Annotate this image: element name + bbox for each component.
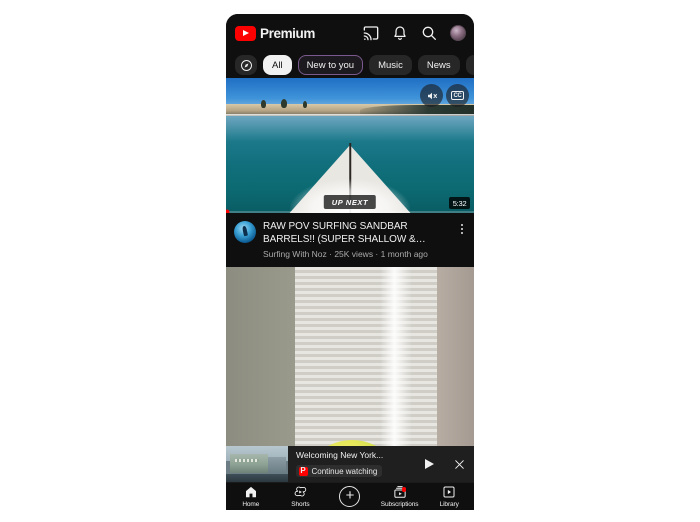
category-chip-bar[interactable]: All New to you Music News De: [226, 52, 474, 78]
player-tree: [280, 99, 287, 108]
subscriptions-badge-dot: [401, 487, 407, 492]
miniplayer-building: [229, 453, 269, 473]
video-player[interactable]: CC UP NEXT 5:32: [226, 78, 474, 213]
nav-item-library[interactable]: Library: [424, 485, 474, 508]
surfer-silhouette-icon: [242, 225, 248, 237]
search-icon[interactable]: [421, 25, 437, 41]
miniplayer-bar[interactable]: Welcoming New York... P Continue watchin…: [226, 446, 474, 482]
kebab-menu-icon[interactable]: [456, 221, 468, 261]
shorts-icon: [295, 486, 307, 497]
youtube-premium-brand[interactable]: Premium: [235, 25, 315, 41]
nav-item-create[interactable]: +: [325, 486, 375, 507]
nav-label-library: Library: [439, 500, 459, 508]
nav-label-subscriptions: Subscriptions: [380, 500, 419, 508]
chip-new-to-you[interactable]: New to you: [297, 55, 364, 75]
closed-captions-icon[interactable]: CC: [446, 84, 469, 107]
video-title[interactable]: RAW POV SURFING SANDBAR BARRELS!! (SUPER…: [263, 221, 449, 246]
up-next-badge: UP NEXT: [323, 195, 377, 209]
compass-explore-icon[interactable]: [235, 55, 257, 75]
progress-knob[interactable]: [226, 209, 230, 213]
premium-p-icon: P: [298, 466, 308, 476]
miniplayer-play-button[interactable]: [414, 459, 444, 469]
miniplayer-title: Welcoming New York...: [296, 450, 384, 460]
chip-all[interactable]: All: [263, 55, 292, 75]
screenshot-canvas: Premium All New to you Music News CC UP …: [0, 0, 700, 522]
top-app-bar: Premium: [226, 14, 474, 52]
video-meta-row[interactable]: RAW POV SURFING SANDBAR BARRELS!! (SUPER…: [226, 213, 474, 267]
chip-de[interactable]: De: [465, 55, 474, 75]
miniplayer-thumbnail[interactable]: [226, 446, 288, 482]
continue-watching-badge[interactable]: P Continue watching: [296, 465, 383, 477]
continue-watching-label: Continue watching: [311, 466, 378, 476]
video-meta-text: RAW POV SURFING SANDBAR BARRELS!! (SUPER…: [263, 221, 449, 261]
nav-item-subscriptions[interactable]: Subscriptions: [375, 485, 425, 508]
mute-speaker-icon[interactable]: [420, 84, 443, 107]
miniplayer-water: [226, 474, 288, 482]
miniplayer-text: Welcoming New York... P Continue watchin…: [288, 450, 414, 478]
video-subtitle: Surfing With Noz · 25K views · 1 month a…: [263, 249, 428, 259]
cast-icon[interactable]: [363, 25, 379, 41]
avatar[interactable]: [450, 25, 466, 41]
chip-music[interactable]: Music: [369, 55, 412, 75]
miniplayer-building-right: [267, 456, 287, 473]
close-icon: [454, 459, 464, 469]
surfing-channel-avatar[interactable]: [234, 221, 256, 243]
nav-item-shorts[interactable]: Shorts: [276, 485, 326, 508]
create-plus-icon: +: [339, 486, 361, 507]
play-icon: [424, 459, 434, 469]
home-icon: [245, 487, 256, 498]
bottom-navigation-bar: Home Shorts + Subscriptions Library: [226, 482, 474, 510]
player-progress-bar[interactable]: [226, 209, 474, 213]
appbar-actions: [363, 25, 466, 41]
player-tree: [260, 100, 266, 108]
cc-label: CC: [451, 91, 464, 100]
notifications-bell-icon[interactable]: [392, 25, 408, 41]
brand-label: Premium: [260, 25, 315, 41]
nav-item-home[interactable]: Home: [226, 485, 276, 508]
nav-label-shorts: Shorts: [291, 500, 310, 508]
youtube-logo-icon: [235, 25, 256, 41]
chip-news[interactable]: News: [417, 55, 460, 75]
nav-label-home: Home: [242, 500, 260, 508]
video-duration: 5:32: [449, 197, 470, 209]
player-tree: [302, 101, 307, 108]
miniplayer-close-button[interactable]: [444, 458, 474, 471]
library-icon: [443, 486, 455, 498]
phone-screen: Premium All New to you Music News CC UP …: [226, 14, 474, 510]
